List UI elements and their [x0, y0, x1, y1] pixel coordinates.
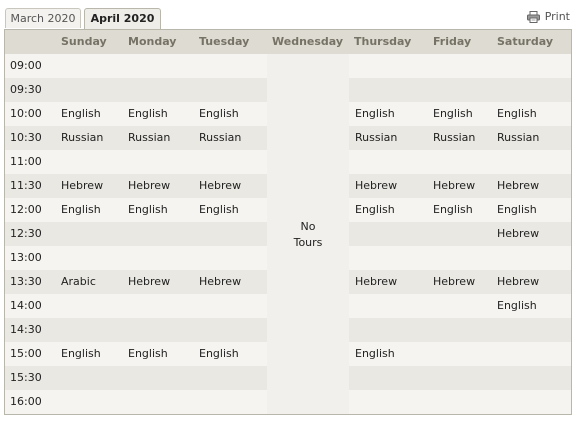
tour-slot-tuesday[interactable]: English [199, 342, 239, 366]
tour-slot-friday[interactable]: Hebrew [433, 270, 475, 294]
tour-slot-saturday[interactable]: English [497, 102, 537, 126]
time-slot-label: 09:30 [10, 83, 42, 96]
tour-slot-friday[interactable]: English [433, 102, 473, 126]
tour-slot-thursday[interactable]: Hebrew [355, 174, 397, 198]
time-slot-label: 14:30 [10, 323, 42, 336]
wednesday-no-tours: No Tours [267, 54, 349, 414]
print-button[interactable]: Print [526, 10, 570, 23]
tab-april-2020[interactable]: April 2020 [84, 8, 161, 30]
time-slot-label: 12:30 [10, 227, 42, 240]
schedule-calendar: Sunday Monday Tuesday Wednesday Thursday… [4, 29, 572, 415]
time-slot-label: 09:00 [10, 59, 42, 72]
time-slot-label: 13:30 [10, 275, 42, 288]
tour-slot-saturday[interactable]: English [497, 198, 537, 222]
tour-slot-monday[interactable]: Russian [128, 126, 170, 150]
time-slot-label: 10:00 [10, 107, 42, 120]
tour-slot-sunday[interactable]: English [61, 102, 101, 126]
time-slot-label: 10:30 [10, 131, 42, 144]
tour-slot-monday[interactable]: Hebrew [128, 174, 170, 198]
tour-slot-friday[interactable]: English [433, 198, 473, 222]
time-slot-label: 15:00 [10, 347, 42, 360]
tour-slot-monday[interactable]: English [128, 198, 168, 222]
tour-slot-saturday[interactable]: Hebrew [497, 174, 539, 198]
tour-slot-thursday[interactable]: English [355, 342, 395, 366]
tour-slot-tuesday[interactable]: Russian [199, 126, 241, 150]
tour-slot-saturday[interactable]: Russian [497, 126, 539, 150]
printer-icon [526, 10, 540, 23]
tour-slot-saturday[interactable]: Hebrew [497, 222, 539, 246]
day-header-friday: Friday [433, 35, 472, 48]
tour-slot-sunday[interactable]: Russian [61, 126, 103, 150]
time-slot-label: 12:00 [10, 203, 42, 216]
tour-slot-tuesday[interactable]: English [199, 198, 239, 222]
tour-slot-tuesday[interactable]: English [199, 102, 239, 126]
no-tours-line1: No [300, 220, 316, 233]
tour-slot-monday[interactable]: English [128, 102, 168, 126]
tour-slot-sunday[interactable]: English [61, 198, 101, 222]
day-header-thursday: Thursday [354, 35, 412, 48]
print-label: Print [544, 10, 570, 23]
time-slot-label: 16:00 [10, 395, 42, 408]
time-slot-label: 11:30 [10, 179, 42, 192]
time-slot-label: 13:00 [10, 251, 42, 264]
tour-slot-sunday[interactable]: English [61, 342, 101, 366]
tour-slot-tuesday[interactable]: Hebrew [199, 174, 241, 198]
day-header-tuesday: Tuesday [199, 35, 250, 48]
tour-slot-saturday[interactable]: Hebrew [497, 270, 539, 294]
day-header-wednesday: Wednesday [272, 35, 344, 48]
tab-march-2020[interactable]: March 2020 [5, 8, 81, 28]
day-header-monday: Monday [128, 35, 177, 48]
tour-slot-monday[interactable]: English [128, 342, 168, 366]
no-tours-line2: Tours [293, 236, 323, 249]
tour-slot-thursday[interactable]: English [355, 198, 395, 222]
tour-slot-sunday[interactable]: Hebrew [61, 174, 103, 198]
tour-slot-thursday[interactable]: Hebrew [355, 270, 397, 294]
day-header-sunday: Sunday [61, 35, 107, 48]
time-slot-label: 15:30 [10, 371, 42, 384]
weekday-header: Sunday Monday Tuesday Wednesday Thursday… [5, 30, 571, 54]
time-slot-label: 11:00 [10, 155, 42, 168]
tour-slot-monday[interactable]: Hebrew [128, 270, 170, 294]
tour-slot-sunday[interactable]: Arabic [61, 270, 96, 294]
time-slot-label: 14:00 [10, 299, 42, 312]
tour-slot-friday[interactable]: Hebrew [433, 174, 475, 198]
tour-slot-tuesday[interactable]: Hebrew [199, 270, 241, 294]
tour-slot-friday[interactable]: Russian [433, 126, 475, 150]
tour-slot-thursday[interactable]: English [355, 102, 395, 126]
tour-slot-thursday[interactable]: Russian [355, 126, 397, 150]
tour-slot-saturday[interactable]: English [497, 294, 537, 318]
day-header-saturday: Saturday [497, 35, 553, 48]
